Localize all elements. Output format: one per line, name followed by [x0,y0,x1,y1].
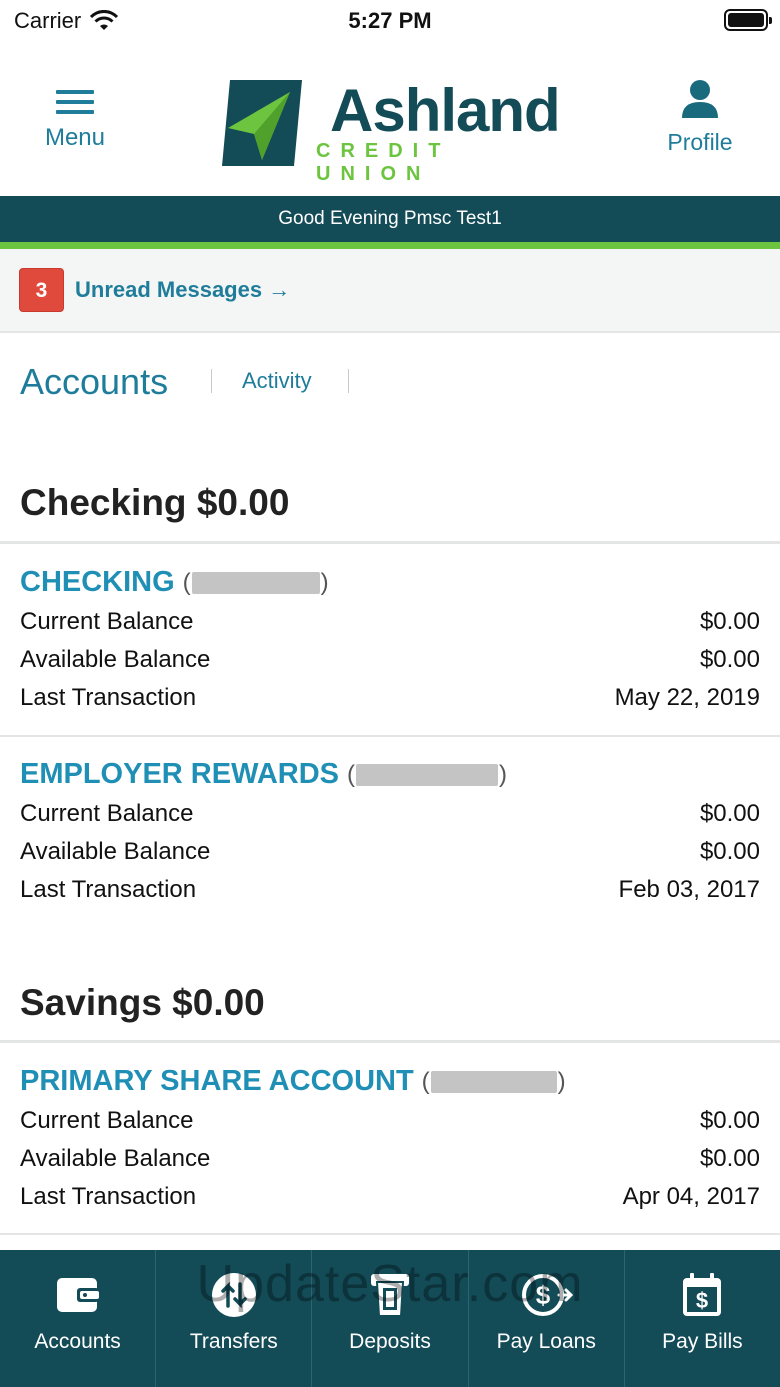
account-name-label: PRIMARY SHARE ACCOUNT [20,1065,414,1097]
tab-activity[interactable]: Activity [242,368,312,394]
deposit-icon [371,1274,409,1317]
nav-deposits[interactable]: Deposits [312,1250,469,1387]
hamburger-icon [56,90,94,114]
row-label: Last Transaction [20,1183,197,1210]
battery-icon [724,9,772,31]
transfer-icon [211,1273,256,1317]
tab-accounts[interactable]: Accounts [20,361,168,403]
nav-label: Pay Loans [496,1330,596,1353]
row-value: $0.00 [699,838,760,865]
logo-mark-icon [222,80,302,166]
account-name[interactable]: EMPLOYER REWARDS () [20,758,507,791]
app-header: Menu Ashland CREDIT UNION Profile [0,42,780,196]
balance-row: Available Balance $0.00 [20,646,760,674]
account-card-employer-rewards[interactable]: EMPLOYER REWARDS () Current Balance $0.0… [0,758,780,928]
balance-row: Available Balance $0.00 [20,1145,760,1173]
svg-text:$: $ [536,1280,551,1310]
masked-account-number: () [347,760,508,788]
status-bar: Carrier 5:27 PM [0,0,780,42]
row-value: $0.00 [699,1145,760,1172]
unread-count-badge: 3 [19,268,64,312]
account-name[interactable]: PRIMARY SHARE ACCOUNT () [20,1065,566,1098]
account-name-label: CHECKING [20,566,175,598]
pay-loans-icon: $ [522,1274,574,1316]
balance-row: Current Balance $0.00 [20,1107,760,1135]
nav-label: Accounts [34,1330,121,1353]
balance-row: Last Transaction May 22, 2019 [20,684,760,712]
row-label: Current Balance [20,1107,194,1134]
nav-pay-loans[interactable]: $ Pay Loans [469,1250,625,1387]
balance-row: Last Transaction Feb 03, 2017 [20,876,760,904]
row-label: Available Balance [20,1145,211,1172]
account-divider [0,735,780,737]
nav-label: Deposits [349,1330,431,1353]
account-divider [0,1233,780,1235]
nav-transfers[interactable]: Transfers [156,1250,313,1387]
row-value: May 22, 2019 [614,684,760,711]
nav-label: Transfers [189,1330,278,1353]
nav-label: Pay Bills [662,1330,743,1353]
pay-bills-icon: $ [683,1273,722,1316]
masked-account-number: () [182,568,329,596]
tab-divider [211,369,212,393]
messages-bar: 3 Unread Messages → [0,249,780,333]
account-name-label: EMPLOYER REWARDS [20,758,340,790]
row-label: Available Balance [20,646,211,673]
row-label: Available Balance [20,838,211,865]
row-label: Current Balance [20,608,194,635]
accent-line [0,242,780,249]
nav-accounts[interactable]: Accounts [0,1250,157,1387]
row-value: Apr 04, 2017 [622,1183,760,1210]
logo-name: Ashland [330,77,561,144]
account-name[interactable]: CHECKING () [20,566,329,599]
greeting-bar: Good Evening Pmsc Test1 [0,196,780,242]
account-card-primary-share[interactable]: PRIMARY SHARE ACCOUNT () Current Balance… [0,1065,780,1235]
balance-row: Current Balance $0.00 [20,608,760,636]
account-card-checking[interactable]: CHECKING () Current Balance $0.00 Availa… [0,566,780,736]
bottom-nav: Accounts Transfers Deposits $ Pay Loans [0,1250,780,1387]
nav-pay-bills[interactable]: $ Pay Bills [625,1250,780,1387]
row-value: $0.00 [699,800,760,827]
unread-messages-link[interactable]: Unread Messages → [75,277,290,303]
person-icon [682,80,718,118]
status-time: 5:27 PM [348,8,432,33]
balance-row: Available Balance $0.00 [20,838,760,866]
row-label: Last Transaction [20,684,197,711]
menu-label: Menu [44,124,106,151]
view-tabs: Accounts Activity [0,335,780,430]
row-label: Current Balance [20,800,194,827]
menu-button[interactable]: Menu [30,90,120,152]
tab-divider [348,369,349,393]
section-title-savings: Savings $0.00 [20,982,265,1023]
masked-account-number: () [421,1067,566,1095]
row-value: $0.00 [699,1107,760,1134]
profile-label: Profile [667,129,733,155]
profile-button[interactable]: Profile [660,78,740,156]
wallet-icon [56,1278,99,1312]
row-value: Feb 03, 2017 [618,876,760,903]
ashland-logo: Ashland CREDIT UNION [218,77,568,185]
row-value: $0.00 [699,646,760,673]
section-divider [0,541,780,544]
section-title-checking: Checking $0.00 [20,482,290,523]
row-label: Last Transaction [20,876,197,903]
row-value: $0.00 [699,608,760,635]
section-divider [0,1040,780,1043]
balance-row: Last Transaction Apr 04, 2017 [20,1183,760,1211]
logo-subtitle: CREDIT UNION [316,140,451,185]
svg-text:$: $ [696,1288,708,1313]
balance-row: Current Balance $0.00 [20,800,760,828]
